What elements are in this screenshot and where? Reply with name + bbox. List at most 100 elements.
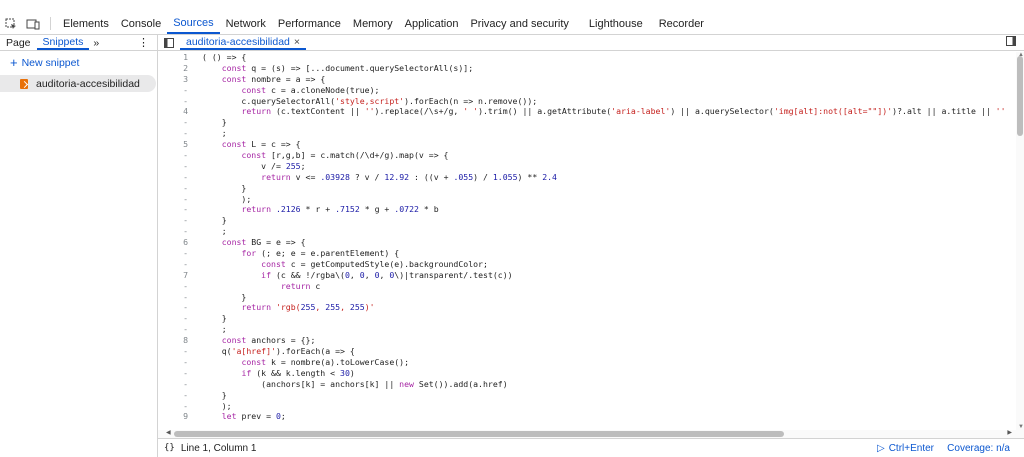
code-line[interactable]: - ); bbox=[158, 401, 1016, 412]
code-line[interactable]: - v /= 255; bbox=[158, 161, 1016, 172]
tab-elements[interactable]: Elements bbox=[57, 13, 115, 34]
line-number[interactable]: - bbox=[158, 85, 188, 96]
line-number[interactable]: - bbox=[158, 248, 188, 259]
tab-memory[interactable]: Memory bbox=[347, 13, 399, 34]
code-line[interactable]: 8 const anchors = {}; bbox=[158, 335, 1016, 346]
code-line[interactable]: - const [r,g,b] = c.match(/\d+/g).map(v … bbox=[158, 150, 1016, 161]
code-line[interactable]: 2 const q = (s) => [...document.querySel… bbox=[158, 63, 1016, 74]
line-number[interactable]: - bbox=[158, 128, 188, 139]
horizontal-scroll-thumb[interactable] bbox=[174, 431, 784, 437]
more-tabs-icon[interactable]: » bbox=[89, 35, 103, 50]
code-line[interactable]: - ; bbox=[158, 128, 1016, 139]
line-number[interactable]: 7 bbox=[158, 270, 188, 281]
tab-performance[interactable]: Performance bbox=[272, 13, 347, 34]
new-snippet-button[interactable]: + New snippet bbox=[0, 53, 157, 72]
tab-page[interactable]: Page bbox=[0, 35, 37, 50]
line-number[interactable]: - bbox=[158, 346, 188, 357]
line-number[interactable]: - bbox=[158, 161, 188, 172]
tab-sources[interactable]: Sources bbox=[167, 13, 220, 34]
code-line[interactable]: - if (k && k.length < 30) bbox=[158, 368, 1016, 379]
line-number[interactable]: - bbox=[158, 281, 188, 292]
inspect-element-icon[interactable] bbox=[0, 13, 22, 34]
code-line[interactable]: 3 const nombre = a => { bbox=[158, 74, 1016, 85]
line-number[interactable]: - bbox=[158, 390, 188, 401]
code-line[interactable]: - } bbox=[158, 292, 1016, 303]
line-number[interactable]: - bbox=[158, 150, 188, 161]
code-line[interactable]: - } bbox=[158, 183, 1016, 194]
code-line[interactable]: - return 'rgb(255, 255, 255)' bbox=[158, 302, 1016, 313]
tab-recorder[interactable]: Recorder bbox=[649, 13, 710, 34]
tab-network[interactable]: Network bbox=[220, 13, 272, 34]
code-line[interactable]: 6 const BG = e => { bbox=[158, 237, 1016, 248]
tab-privacy-security[interactable]: Privacy and security bbox=[464, 13, 574, 34]
code-line[interactable]: - for (; e; e = e.parentElement) { bbox=[158, 248, 1016, 259]
code-line[interactable]: - ; bbox=[158, 324, 1016, 335]
line-number[interactable]: - bbox=[158, 324, 188, 335]
close-icon[interactable]: × bbox=[294, 36, 300, 48]
code-line[interactable]: - q('a[href]').forEach(a => { bbox=[158, 346, 1016, 357]
code-line[interactable]: - return c bbox=[158, 281, 1016, 292]
tab-snippets[interactable]: Snippets bbox=[36, 35, 90, 50]
line-number[interactable]: 4 bbox=[158, 106, 188, 117]
line-number[interactable]: 6 bbox=[158, 237, 188, 248]
line-number[interactable]: - bbox=[158, 292, 188, 303]
code-line[interactable]: - return v <= .03928 ? v / 12.92 : ((v +… bbox=[158, 172, 1016, 183]
line-number[interactable]: - bbox=[158, 96, 188, 107]
code-line[interactable]: - return .2126 * r + .7152 * g + .0722 *… bbox=[158, 204, 1016, 215]
code-line[interactable]: - (anchors[k] = anchors[k] || new Set())… bbox=[158, 379, 1016, 390]
tab-auditoria-accesibilidad[interactable]: auditoria-accesibilidad × bbox=[180, 35, 307, 50]
line-number[interactable]: 9 bbox=[158, 411, 188, 422]
toggle-debugger-icon[interactable] bbox=[1006, 36, 1016, 49]
snippet-item[interactable]: auditoria-accesibilidad bbox=[0, 75, 156, 92]
code-line[interactable]: - const c = a.cloneNode(true); bbox=[158, 85, 1016, 96]
run-snippet-button[interactable]: ▷ Ctrl+Enter bbox=[877, 443, 934, 454]
code-line[interactable]: 7 if (c && !/rgba\(0, 0, 0, 0\)|transpar… bbox=[158, 270, 1016, 281]
code-line[interactable]: 5 const L = c => { bbox=[158, 139, 1016, 150]
line-number[interactable]: - bbox=[158, 313, 188, 324]
code-line[interactable]: 1 ( () => { bbox=[158, 52, 1016, 63]
line-number[interactable]: 3 bbox=[158, 74, 188, 85]
line-number[interactable]: - bbox=[158, 401, 188, 412]
scroll-right-icon[interactable]: ▶ bbox=[1007, 429, 1012, 436]
line-number[interactable]: - bbox=[158, 379, 188, 390]
horizontal-scrollbar[interactable]: ◀ ▶ bbox=[158, 430, 1024, 438]
tab-application[interactable]: Application bbox=[399, 13, 465, 34]
vertical-scrollbar[interactable]: ▲ ▼ bbox=[1016, 52, 1024, 430]
code-area[interactable]: 1( () => {2 const q = (s) => [...documen… bbox=[158, 52, 1016, 430]
line-number[interactable]: 8 bbox=[158, 335, 188, 346]
line-number[interactable]: - bbox=[158, 172, 188, 183]
toggle-navigator-icon[interactable] bbox=[158, 35, 180, 50]
line-number[interactable]: - bbox=[158, 194, 188, 205]
kebab-menu-icon[interactable]: ⋮ bbox=[138, 36, 149, 49]
line-number[interactable]: - bbox=[158, 215, 188, 226]
line-number[interactable]: - bbox=[158, 368, 188, 379]
code-line[interactable]: - const k = nombre(a).toLowerCase(); bbox=[158, 357, 1016, 368]
code-line[interactable]: - } bbox=[158, 313, 1016, 324]
tab-lighthouse[interactable]: Lighthouse bbox=[575, 13, 649, 34]
code-line[interactable]: - ; bbox=[158, 226, 1016, 237]
code-line[interactable]: 4 return (c.textContent || '').replace(/… bbox=[158, 106, 1016, 117]
line-number[interactable]: - bbox=[158, 226, 188, 237]
line-number[interactable]: 5 bbox=[158, 139, 188, 150]
line-number[interactable]: - bbox=[158, 357, 188, 368]
code-line[interactable]: - } bbox=[158, 390, 1016, 401]
play-icon: ▷ bbox=[877, 442, 885, 454]
line-number[interactable]: - bbox=[158, 259, 188, 270]
scroll-left-icon[interactable]: ◀ bbox=[166, 429, 171, 436]
line-number[interactable]: - bbox=[158, 117, 188, 128]
line-number[interactable]: - bbox=[158, 302, 188, 313]
device-toolbar-icon[interactable] bbox=[22, 13, 44, 34]
code-line[interactable]: - } bbox=[158, 117, 1016, 128]
tab-console[interactable]: Console bbox=[115, 13, 167, 34]
line-number[interactable]: 2 bbox=[158, 63, 188, 74]
code-line[interactable]: - ); bbox=[158, 194, 1016, 205]
pretty-print-icon[interactable]: {} bbox=[158, 443, 181, 453]
line-number[interactable]: - bbox=[158, 204, 188, 215]
code-line[interactable]: 9 let prev = 0; bbox=[158, 411, 1016, 422]
line-number[interactable]: 1 bbox=[158, 52, 188, 63]
vertical-scroll-thumb[interactable] bbox=[1017, 56, 1023, 136]
code-line[interactable]: - c.querySelectorAll('style,script').for… bbox=[158, 96, 1016, 107]
code-line[interactable]: - } bbox=[158, 215, 1016, 226]
code-line[interactable]: - const c = getComputedStyle(e).backgrou… bbox=[158, 259, 1016, 270]
line-number[interactable]: - bbox=[158, 183, 188, 194]
